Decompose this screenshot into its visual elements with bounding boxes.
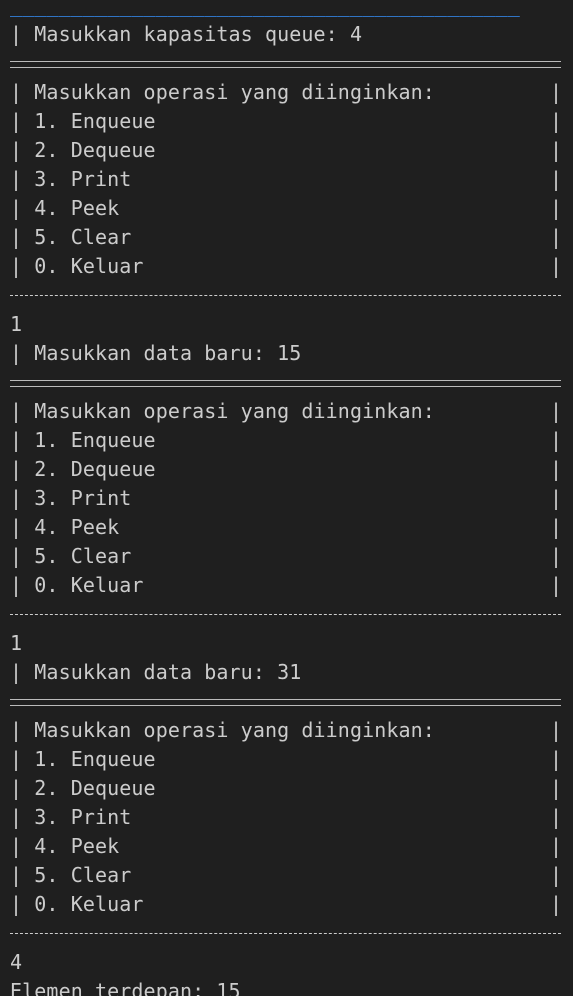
menu-title: | Masukkan operasi yang diinginkan: | xyxy=(10,718,563,742)
menu-item-clear: | 5. Clear | xyxy=(10,544,563,568)
menu-item-keluar: | 0. Keluar | xyxy=(10,573,563,597)
terminal-output[interactable]: ________________________________________… xyxy=(0,0,573,996)
menu-item-enqueue: | 1. Enqueue | xyxy=(10,109,563,133)
menu-bottom-border xyxy=(10,919,561,948)
menu-item-enqueue: | 1. Enqueue | xyxy=(10,428,563,452)
menu-item-peek: | 4. Peek | xyxy=(10,196,563,220)
menu-item-dequeue: | 2. Dequeue | xyxy=(10,457,563,481)
menu-item-clear: | 5. Clear | xyxy=(10,225,563,249)
menu-bottom-border xyxy=(10,600,561,629)
menu-top-border xyxy=(10,368,561,397)
menu-top-border xyxy=(10,687,561,716)
peek-result: Elemen terdepan: 15 xyxy=(10,979,241,996)
menu-item-peek: | 4. Peek | xyxy=(10,834,563,858)
menu-item-print: | 3. Print | xyxy=(10,805,563,829)
user-input: 1 xyxy=(10,631,23,655)
capacity-prompt: | Masukkan kapasitas queue: 4 xyxy=(10,22,363,46)
program-response: | Masukkan data baru: 15 xyxy=(10,341,302,365)
menu-bottom-border xyxy=(10,281,561,310)
menu-title: | Masukkan operasi yang diinginkan: | xyxy=(10,80,563,104)
menu-item-print: | 3. Print | xyxy=(10,486,563,510)
menu-item-dequeue: | 2. Dequeue | xyxy=(10,138,563,162)
menu-item-dequeue: | 2. Dequeue | xyxy=(10,776,563,800)
menu-top-border xyxy=(10,49,561,78)
program-response: | Masukkan data baru: 31 xyxy=(10,660,302,684)
menu-item-print: | 3. Print | xyxy=(10,167,563,191)
menu-item-enqueue: | 1. Enqueue | xyxy=(10,747,563,771)
menu-item-keluar: | 0. Keluar | xyxy=(10,892,563,916)
menu-item-peek: | 4. Peek | xyxy=(10,515,563,539)
menu-title: | Masukkan operasi yang diinginkan: | xyxy=(10,399,563,423)
terminal-lines: ________________________________________… xyxy=(10,0,563,996)
user-input: 4 xyxy=(10,950,23,974)
previous-output-line: ________________________________________… xyxy=(10,0,520,17)
user-input: 1 xyxy=(10,312,23,336)
menu-item-clear: | 5. Clear | xyxy=(10,863,563,887)
menu-item-keluar: | 0. Keluar | xyxy=(10,254,563,278)
